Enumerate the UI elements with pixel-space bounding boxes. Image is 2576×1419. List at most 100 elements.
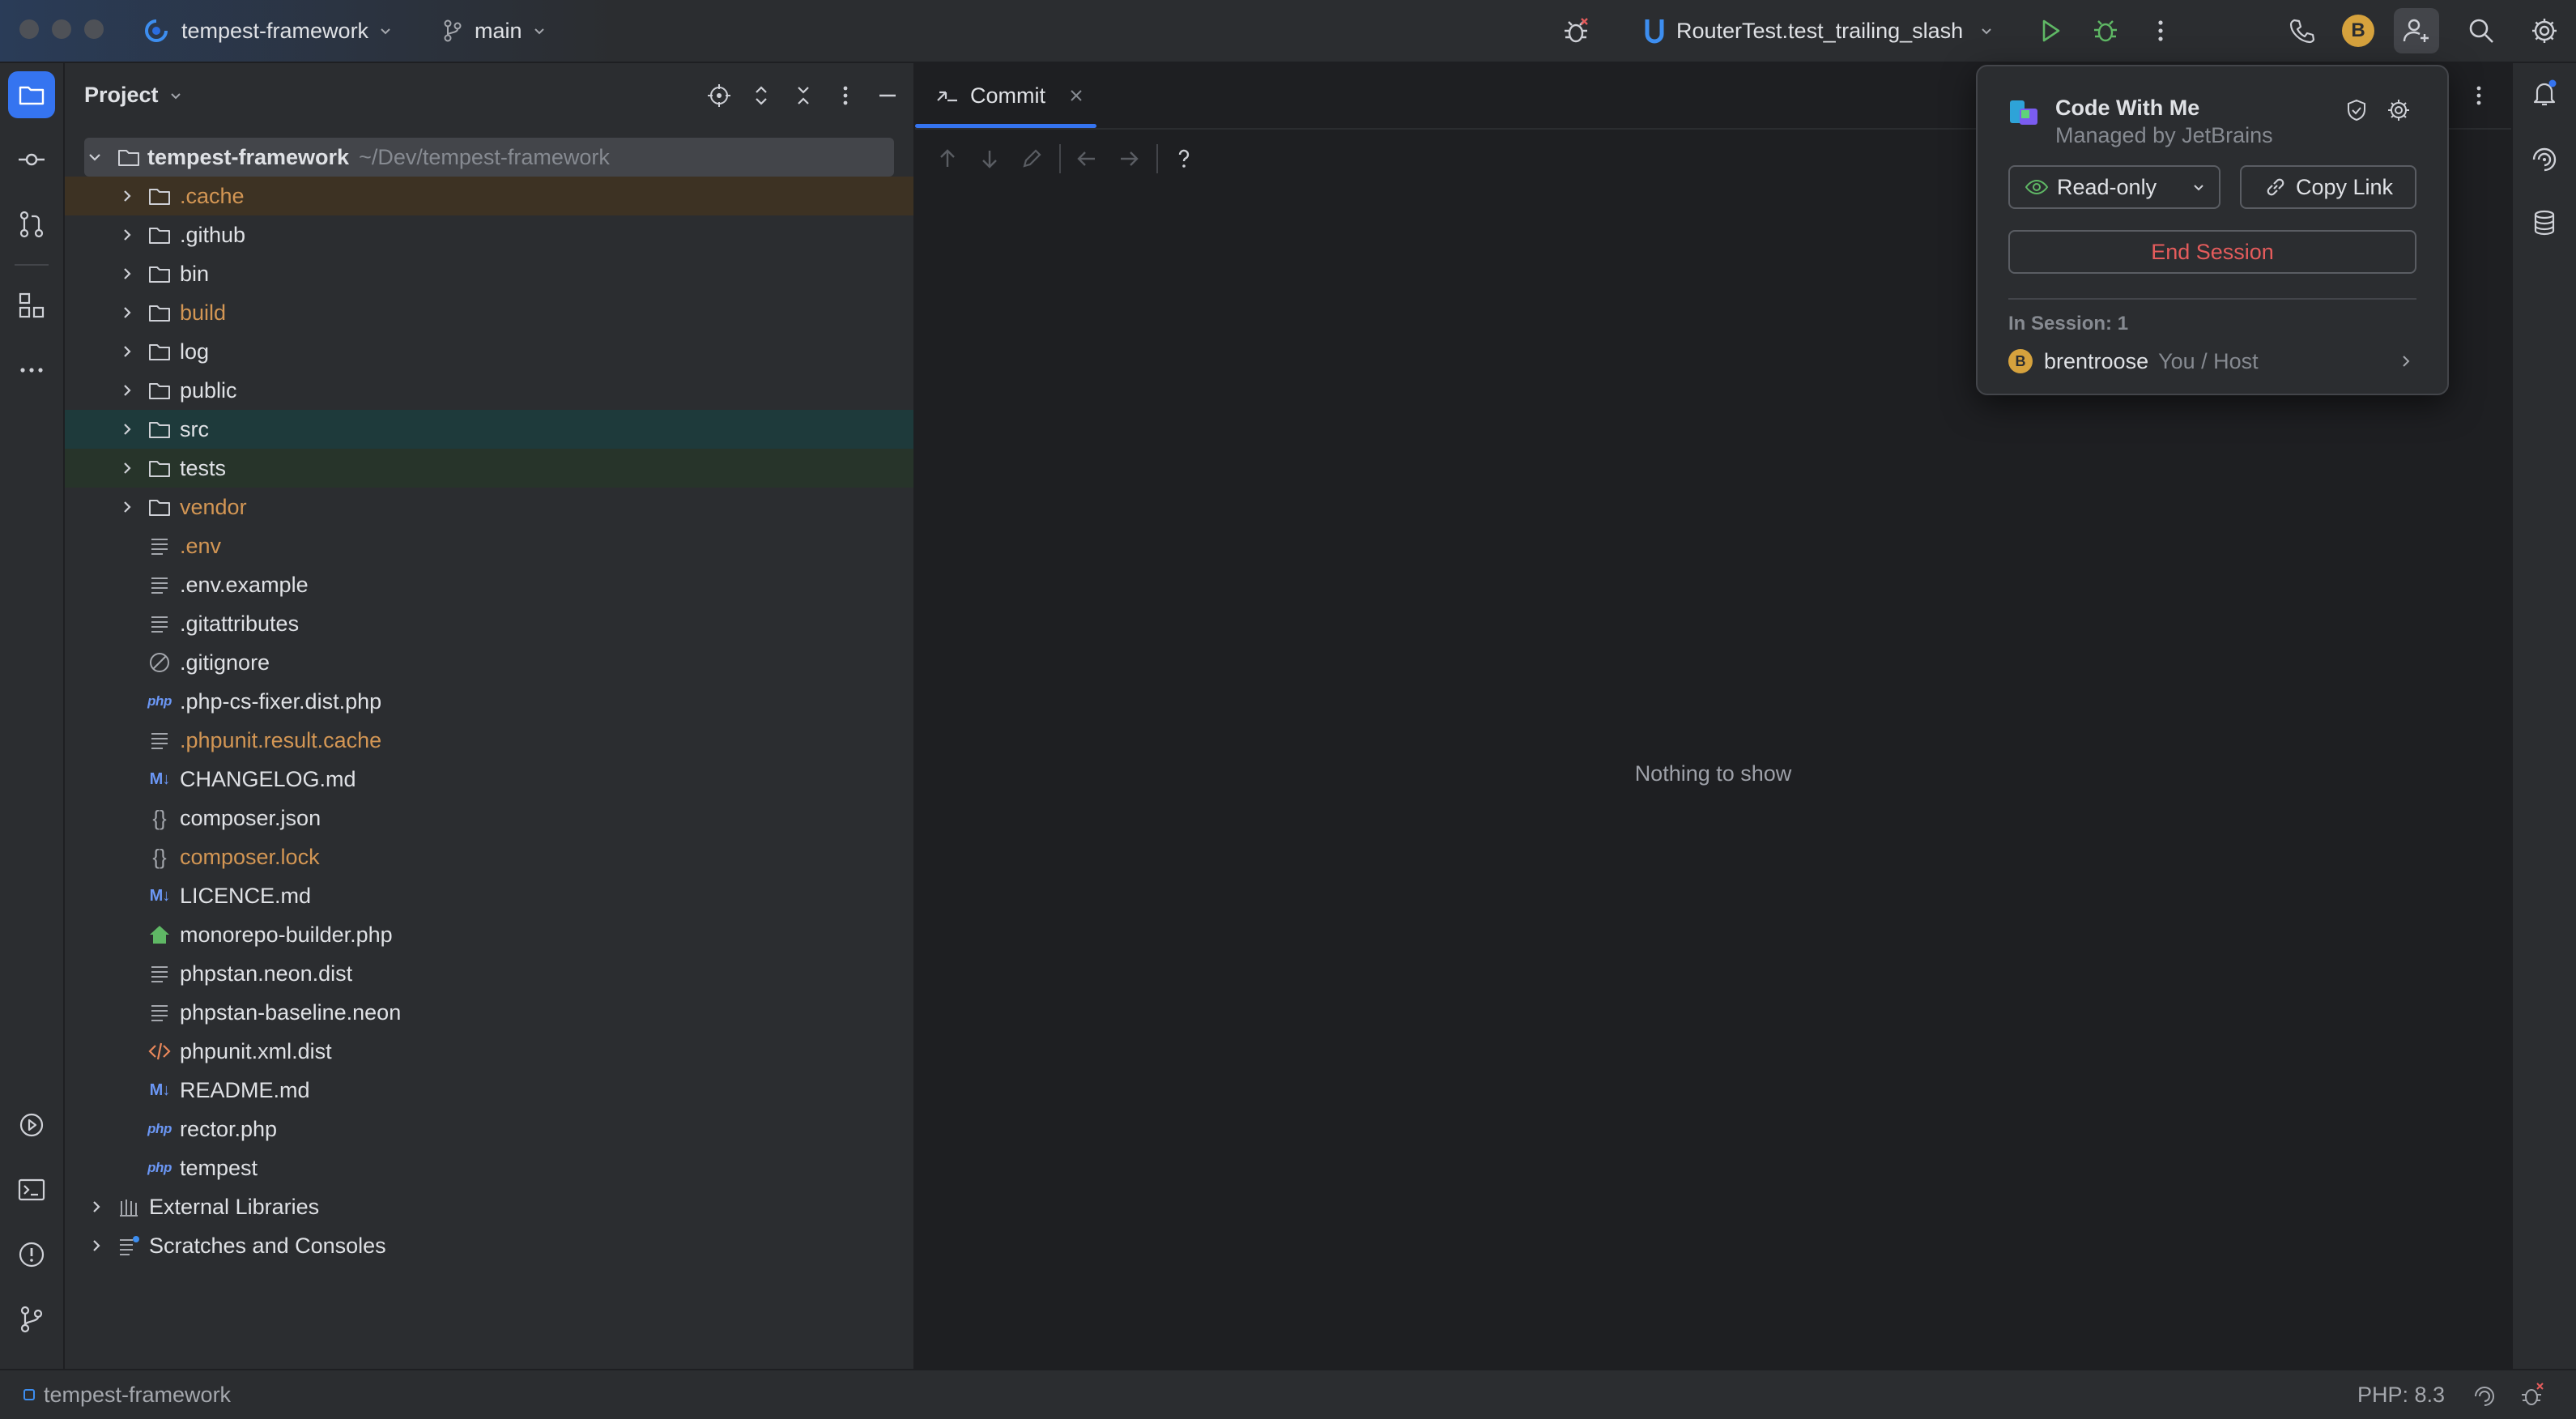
tree-file[interactable]: {} composer.lock bbox=[65, 837, 913, 876]
tree-file[interactable]: php tempest bbox=[65, 1148, 913, 1187]
tree-file[interactable]: M↓ README.md bbox=[65, 1071, 913, 1110]
tree-file[interactable]: .phpunit.result.cache bbox=[65, 721, 913, 760]
chevron-right-icon[interactable] bbox=[87, 1237, 105, 1255]
terminal-icon bbox=[18, 1178, 45, 1201]
commit-tool-button[interactable] bbox=[8, 136, 55, 183]
avatar[interactable]: B bbox=[2335, 8, 2381, 53]
debug-icon[interactable] bbox=[2083, 8, 2128, 53]
settings-gear-icon[interactable] bbox=[2522, 8, 2567, 53]
chevron-right-icon[interactable] bbox=[87, 1198, 105, 1216]
session-user-row[interactable]: B brentroose You / Host bbox=[2008, 345, 2416, 377]
tree-file[interactable]: php rector.php bbox=[65, 1110, 913, 1148]
terminal-tool-button[interactable] bbox=[8, 1166, 55, 1213]
edit-icon[interactable] bbox=[1017, 144, 1046, 173]
structure-tool-button[interactable] bbox=[8, 282, 55, 329]
shield-icon[interactable] bbox=[2340, 94, 2373, 126]
chevron-right-icon[interactable] bbox=[118, 459, 136, 477]
tree-scratches[interactable]: Scratches and Consoles bbox=[65, 1226, 913, 1265]
locate-file-icon[interactable] bbox=[705, 81, 734, 110]
tree-folder[interactable]: bin bbox=[65, 254, 913, 293]
tree-item-label: rector.php bbox=[180, 1116, 278, 1141]
end-session-button[interactable]: End Session bbox=[2008, 230, 2416, 274]
ai-assistant-tool-button[interactable] bbox=[2521, 134, 2568, 181]
notifications-tool-button[interactable] bbox=[2521, 70, 2568, 117]
tree-file[interactable]: php .php-cs-fixer.dist.php bbox=[65, 682, 913, 721]
run-config-selector[interactable]: RouterTest.test_trailing_slash bbox=[1644, 0, 1994, 62]
tab-commit[interactable]: Commit bbox=[915, 63, 1096, 128]
problems-tool-button[interactable] bbox=[8, 1231, 55, 1278]
tree-folder[interactable]: build bbox=[65, 293, 913, 332]
services-tool-button[interactable] bbox=[8, 1102, 55, 1148]
options-icon[interactable] bbox=[831, 81, 860, 110]
debug-disabled-icon[interactable] bbox=[1553, 8, 1599, 53]
tree-file[interactable]: phpstan.neon.dist bbox=[65, 954, 913, 993]
database-tool-button[interactable] bbox=[2521, 199, 2568, 246]
run-icon[interactable] bbox=[2028, 8, 2073, 53]
chevron-right-icon[interactable] bbox=[118, 343, 136, 360]
git-tool-button[interactable] bbox=[8, 1296, 55, 1343]
zoom-window-button[interactable] bbox=[84, 19, 104, 39]
php-version[interactable]: PHP: 8.3 bbox=[2357, 1383, 2445, 1408]
branch-switcher[interactable]: main bbox=[442, 0, 547, 62]
more-tools-button[interactable] bbox=[8, 347, 55, 394]
expand-all-icon[interactable] bbox=[747, 81, 776, 110]
tree-root[interactable]: tempest-framework ~/Dev/tempest-framework bbox=[84, 138, 894, 177]
project-panel: Project tempest-framework ~/Dev/tempest-f… bbox=[65, 63, 915, 1369]
project-tool-button[interactable] bbox=[8, 71, 55, 118]
status-project-name[interactable]: tempest-framework bbox=[44, 1383, 231, 1408]
arrow-down-icon[interactable] bbox=[975, 144, 1004, 173]
tree-folder[interactable]: .github bbox=[65, 215, 913, 254]
tree-external-libraries[interactable]: External Libraries bbox=[65, 1187, 913, 1226]
project-view-selector[interactable]: Project bbox=[84, 83, 183, 108]
scratches-icon bbox=[115, 1232, 143, 1259]
chevron-right-icon[interactable] bbox=[118, 498, 136, 516]
tree-folder[interactable]: src bbox=[65, 410, 913, 449]
access-mode-dropdown[interactable]: Read-only bbox=[2008, 165, 2220, 209]
tab-options-icon[interactable] bbox=[2464, 81, 2493, 110]
tree-file[interactable]: .gitattributes bbox=[65, 604, 913, 643]
phone-icon[interactable] bbox=[2279, 8, 2324, 53]
tree-file[interactable]: M↓ CHANGELOG.md bbox=[65, 760, 913, 799]
tree-folder[interactable]: public bbox=[65, 371, 913, 410]
chevron-right-icon[interactable] bbox=[118, 187, 136, 205]
close-window-button[interactable] bbox=[19, 19, 39, 39]
tree-folder[interactable]: tests bbox=[65, 449, 913, 488]
tree-file[interactable]: monorepo-builder.php bbox=[65, 915, 913, 954]
collapse-all-icon[interactable] bbox=[789, 81, 818, 110]
tree-item-label: log bbox=[180, 339, 210, 364]
chevron-right-icon[interactable] bbox=[118, 226, 136, 244]
tree-file[interactable]: .env bbox=[65, 526, 913, 565]
tree-folder[interactable]: log bbox=[65, 332, 913, 371]
hide-panel-icon[interactable] bbox=[873, 81, 902, 110]
tree-folder[interactable]: vendor bbox=[65, 488, 913, 526]
chevron-right-icon[interactable] bbox=[118, 420, 136, 438]
arrow-up-icon[interactable] bbox=[933, 144, 962, 173]
close-icon[interactable] bbox=[1068, 87, 1084, 104]
arrow-left-icon[interactable] bbox=[1072, 144, 1101, 173]
tree-file[interactable]: {} composer.json bbox=[65, 799, 913, 837]
tree-folder[interactable]: .cache bbox=[65, 177, 913, 215]
tree-file[interactable]: M↓ LICENCE.md bbox=[65, 876, 913, 915]
chevron-down-icon[interactable] bbox=[86, 148, 104, 166]
chevron-right-icon[interactable] bbox=[118, 265, 136, 283]
search-icon[interactable] bbox=[2459, 8, 2504, 53]
minimize-window-button[interactable] bbox=[52, 19, 71, 39]
help-icon[interactable] bbox=[1169, 144, 1199, 173]
project-switcher[interactable]: tempest-framework bbox=[144, 0, 393, 62]
pull-requests-tool-button[interactable] bbox=[8, 201, 55, 248]
tree-item-label: tests bbox=[180, 455, 227, 480]
arrow-right-icon[interactable] bbox=[1114, 144, 1143, 173]
tree-file[interactable]: .env.example bbox=[65, 565, 913, 604]
tree-file[interactable]: .gitignore bbox=[65, 643, 913, 682]
tree-file[interactable]: phpunit.xml.dist bbox=[65, 1032, 913, 1071]
chevron-right-icon[interactable] bbox=[118, 381, 136, 399]
more-actions-icon[interactable] bbox=[2138, 8, 2183, 53]
copy-link-button[interactable]: Copy Link bbox=[2240, 165, 2416, 209]
chevron-right-icon[interactable] bbox=[118, 304, 136, 322]
gear-icon[interactable] bbox=[2382, 94, 2415, 126]
debug-disabled-icon[interactable] bbox=[2519, 1382, 2545, 1408]
tree-file[interactable]: phpstan-baseline.neon bbox=[65, 993, 913, 1032]
tree-item-label: monorepo-builder.php bbox=[180, 922, 393, 947]
code-with-me-icon[interactable] bbox=[2394, 8, 2439, 53]
ai-assistant-icon[interactable] bbox=[2472, 1383, 2497, 1407]
